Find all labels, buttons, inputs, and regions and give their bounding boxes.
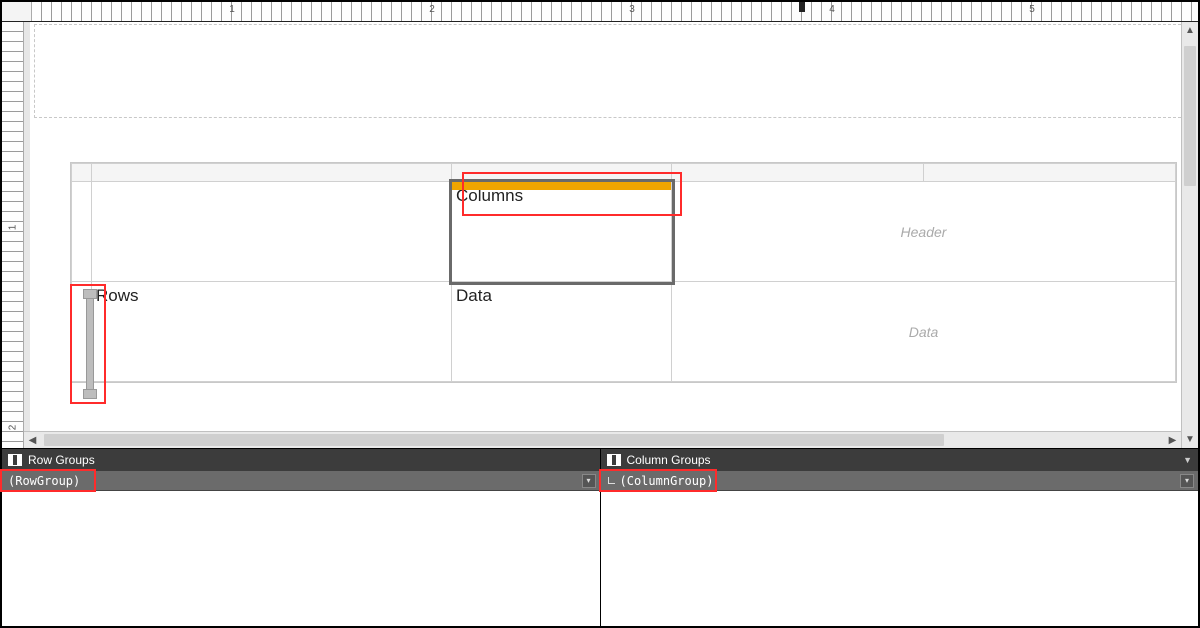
data-placeholder-text: Data xyxy=(909,324,939,340)
row-group-item[interactable]: (RowGroup) ▾ xyxy=(2,471,600,491)
tablix-corner-blank[interactable] xyxy=(92,182,452,282)
column-group-item[interactable]: (ColumnGroup) ▾ xyxy=(601,471,1199,491)
row-groups-body xyxy=(2,491,600,626)
table-icon xyxy=(607,454,621,466)
column-groups-title: Column Groups xyxy=(627,453,711,467)
vertical-ruler: 1 2 xyxy=(2,22,24,448)
row-groups-panel: Row Groups (RowGroup) ▾ xyxy=(2,449,601,626)
column-group-dropdown-icon[interactable]: ▾ xyxy=(1180,474,1194,488)
tablix-col-handle-2[interactable] xyxy=(452,164,672,182)
tablix-corner-cell[interactable] xyxy=(72,182,92,282)
horizontal-scrollbar[interactable]: ◀ ▶ xyxy=(24,431,1181,448)
hscroll-thumb[interactable] xyxy=(44,434,944,446)
vertical-scrollbar[interactable]: ▲ ▼ xyxy=(1181,22,1198,448)
header-placeholder-cell[interactable]: Header xyxy=(672,182,1176,282)
rows-label: Rows xyxy=(92,282,451,310)
vscroll-thumb[interactable] xyxy=(1184,46,1196,186)
ruler-tick-5: 5 xyxy=(1029,4,1035,15)
grouping-pane: Row Groups (RowGroup) ▾ Column Groups ▼ … xyxy=(2,448,1198,626)
row-groups-header: Row Groups xyxy=(2,449,600,471)
column-groups-header: Column Groups ▼ xyxy=(601,449,1199,471)
ruler-marker[interactable] xyxy=(799,2,805,12)
column-group-name: (ColumnGroup) xyxy=(620,474,714,488)
ruler-tick-3: 3 xyxy=(629,4,635,15)
ruler-corner xyxy=(2,2,32,21)
ruler-tick-2: 2 xyxy=(429,4,435,15)
column-groups-panel: Column Groups ▼ (ColumnGroup) ▾ xyxy=(601,449,1199,626)
tablix-col-handle-1[interactable] xyxy=(92,164,452,182)
row-group-dropdown-icon[interactable]: ▾ xyxy=(582,474,596,488)
design-canvas[interactable]: Example xyxy=(24,22,1181,431)
rows-group-cell[interactable]: Rows xyxy=(92,282,452,382)
group-expand-icon[interactable] xyxy=(607,476,617,486)
grouping-pane-menu-icon[interactable]: ▼ xyxy=(1183,455,1192,465)
tablix-col-handle-3[interactable] xyxy=(672,164,924,182)
data-label: Data xyxy=(452,282,671,310)
scroll-up-button[interactable]: ▲ xyxy=(1182,22,1198,39)
data-cell[interactable]: Data xyxy=(452,282,672,382)
tablix-row-handle[interactable] xyxy=(72,282,92,382)
columns-group-cell[interactable]: Columns xyxy=(452,182,672,282)
tablix-region[interactable]: Columns Header Rows D xyxy=(70,162,1177,383)
ruler-tick-4: 4 xyxy=(829,4,835,15)
scroll-right-button[interactable]: ▶ xyxy=(1164,432,1181,448)
table-icon xyxy=(8,454,22,466)
tablix-col-handle-4[interactable] xyxy=(924,164,1176,182)
row-group-name: (RowGroup) xyxy=(8,474,80,488)
scroll-down-button[interactable]: ▼ xyxy=(1182,431,1198,448)
horizontal-ruler: 1 2 3 4 5 xyxy=(2,2,1198,22)
column-selection-bar xyxy=(452,182,671,190)
header-placeholder-text: Header xyxy=(901,224,947,240)
data-placeholder-cell[interactable]: Data xyxy=(672,282,1176,382)
scroll-left-button[interactable]: ◀ xyxy=(24,432,41,448)
tablix-handle-corner[interactable] xyxy=(72,164,92,182)
ruler-tick-1: 1 xyxy=(229,4,235,15)
row-groups-title: Row Groups xyxy=(28,453,95,467)
column-groups-body xyxy=(601,491,1199,626)
